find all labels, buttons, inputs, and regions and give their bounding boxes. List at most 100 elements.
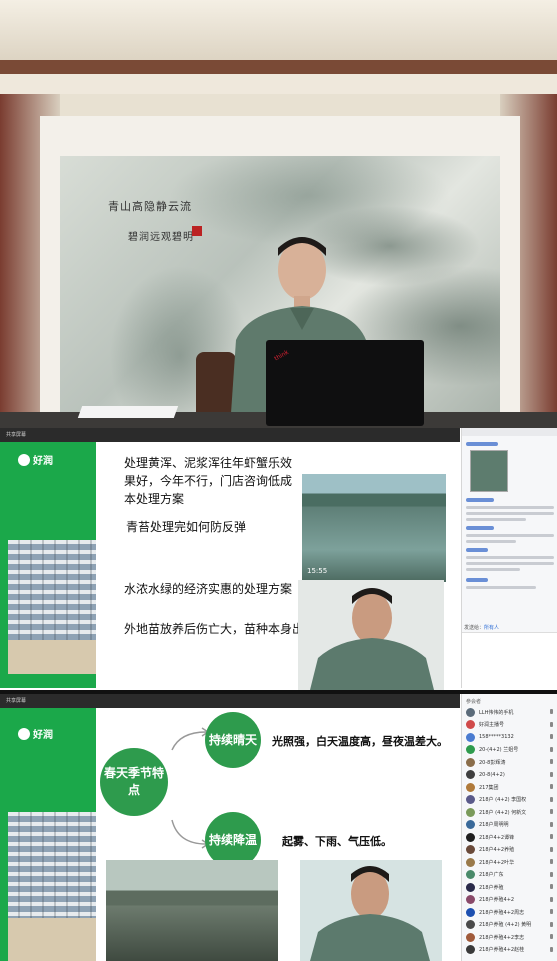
- circle-spring-features: 春天季节特点: [100, 748, 168, 816]
- fishpond-photo: [106, 860, 278, 961]
- photo-timestamp: 15:55: [307, 567, 328, 575]
- pond-photo: [302, 474, 446, 582]
- avatar: [466, 795, 475, 804]
- participant-row[interactable]: 218户 (4+2) 李国权: [466, 794, 526, 806]
- speaker-thumbnail-video-2[interactable]: [300, 860, 442, 961]
- mic-icon[interactable]: [550, 871, 553, 877]
- participant-name: 好润主播号: [479, 722, 505, 728]
- mic-icon[interactable]: [550, 834, 553, 839]
- share-label-2: 共享屏幕: [6, 698, 27, 704]
- participant-row[interactable]: 158*****3132: [466, 731, 514, 743]
- participant-name: 218户4+2叶华: [479, 859, 515, 866]
- screen-share-toolbar-2[interactable]: 共享屏幕: [0, 694, 460, 708]
- slide-text-3: 水浓水绿的经济实惠的处理方案: [124, 582, 293, 596]
- participant-name: 218户周明明: [479, 822, 509, 828]
- mic-icon[interactable]: [550, 771, 553, 777]
- ceiling: [0, 0, 557, 60]
- avatar: [466, 745, 475, 754]
- mic-icon[interactable]: [550, 859, 553, 864]
- avatar: [466, 870, 475, 879]
- participants-header: 参会者: [466, 699, 482, 705]
- participant-row[interactable]: 217集团: [466, 781, 499, 793]
- participant-name: 218户4+2谭锋: [479, 834, 515, 841]
- laptop: think: [266, 340, 424, 426]
- participant-row[interactable]: 218户养殖 (4+2) 黄明: [466, 919, 531, 931]
- chat-image[interactable]: [470, 450, 508, 492]
- share-label: 共享屏幕: [6, 432, 27, 438]
- brand-logo-2: 好润: [18, 726, 53, 741]
- slide-text-1: 处理黄浑、泥浆浑往年虾蟹乐效果好，今年不行，门店咨询低成本处理方案: [124, 456, 293, 506]
- participant-row[interactable]: 218户4+2养殖: [466, 844, 514, 856]
- participant-row[interactable]: 218户广东: [466, 869, 504, 881]
- participant-name: 218户养殖4+2周志: [479, 909, 525, 916]
- mic-icon[interactable]: [550, 896, 553, 902]
- mic-icon[interactable]: [550, 809, 553, 814]
- mic-icon[interactable]: [550, 796, 553, 802]
- participant-row[interactable]: LLH伟伟的手机: [466, 706, 513, 718]
- logo-text-2: 好润: [33, 730, 53, 741]
- mic-icon[interactable]: [550, 821, 553, 827]
- red-seal: [192, 226, 202, 236]
- wood-beam: [0, 60, 557, 74]
- slide-text-2: 青苔处理完如何防反弹: [126, 520, 247, 534]
- participant-name: 217集团: [479, 784, 499, 791]
- logo-icon: [18, 453, 30, 466]
- participant-row[interactable]: 20-8(4+2): [466, 769, 505, 781]
- participant-row[interactable]: 218户 (4+2) 何新文: [466, 806, 526, 818]
- mic-icon[interactable]: [550, 784, 553, 789]
- avatar: [466, 820, 475, 829]
- participant-row[interactable]: 218户4+2谭锋: [466, 831, 514, 843]
- logo-icon-2: [18, 727, 30, 740]
- participant-row[interactable]: 218户养殖4+2李志: [466, 931, 524, 943]
- participant-name: 20-8(4+2): [479, 771, 505, 778]
- mic-icon[interactable]: [550, 759, 553, 764]
- avatar: [466, 895, 475, 904]
- mic-icon[interactable]: [550, 934, 553, 939]
- participant-row[interactable]: 218户周明明: [466, 819, 509, 831]
- participant-name: 218户养殖4+2李志: [479, 934, 525, 941]
- mic-icon[interactable]: [550, 909, 553, 914]
- mic-icon[interactable]: [550, 846, 553, 852]
- participant-row[interactable]: 218户4+2叶华: [466, 856, 514, 868]
- svg-text:think: think: [273, 349, 290, 363]
- participant-name: 218户养殖 (4+2) 黄明: [479, 922, 532, 928]
- send-to-label: 发送给：所有人: [464, 625, 500, 631]
- paper-on-desk: [77, 406, 179, 418]
- participant-row[interactable]: 20-8彭辉涛: [466, 756, 505, 768]
- participant-row[interactable]: 218户养殖: [466, 881, 504, 893]
- participant-row[interactable]: 218户养殖4+2: [466, 894, 514, 906]
- logo-text: 好润: [33, 456, 53, 467]
- participant-name: 218户养殖4+2赵桂: [479, 947, 525, 953]
- mic-icon[interactable]: [550, 921, 553, 927]
- mic-icon[interactable]: [550, 709, 553, 714]
- ceiling-strip: [0, 74, 557, 94]
- avatar: [466, 732, 475, 742]
- participant-row[interactable]: 好润主播号: [466, 719, 504, 731]
- participant-name: 20-8彭辉涛: [479, 759, 506, 766]
- participant-name: 218户养殖4+2: [479, 897, 515, 903]
- office-building-image-2: [8, 812, 96, 932]
- participant-row[interactable]: 218户养殖4+2赵桂: [466, 944, 524, 956]
- participant-name: 158*****3132: [479, 734, 514, 740]
- desc-sunny: 光照强，白天温度高，昼夜温差大。: [272, 735, 448, 748]
- mic-icon[interactable]: [550, 884, 553, 889]
- avatar: [466, 720, 475, 729]
- chat-panel[interactable]: 发送给：所有人: [461, 428, 557, 689]
- speaker-thumbnail-video[interactable]: [298, 580, 444, 690]
- brand-logo: 好润: [18, 452, 53, 467]
- mic-icon[interactable]: [550, 946, 553, 952]
- chat-toolbar[interactable]: [462, 428, 557, 436]
- screen-share-toolbar[interactable]: 共享屏幕: [0, 428, 460, 442]
- avatar: [466, 882, 475, 892]
- participant-name: 218户养殖: [479, 884, 504, 891]
- mic-icon[interactable]: [550, 721, 553, 727]
- participant-name: 20-(4+2) 兰姐号: [479, 747, 519, 753]
- mic-icon[interactable]: [550, 746, 553, 752]
- participant-row[interactable]: 218户养殖4+2周志: [466, 906, 524, 918]
- avatar: [466, 807, 475, 817]
- mic-icon[interactable]: [550, 734, 553, 739]
- participant-name: 218户广东: [479, 872, 504, 878]
- participant-row[interactable]: 20-(4+2) 兰姐号: [466, 744, 518, 756]
- chat-input[interactable]: [462, 632, 557, 689]
- participant-name: 218户 (4+2) 李国权: [479, 797, 527, 803]
